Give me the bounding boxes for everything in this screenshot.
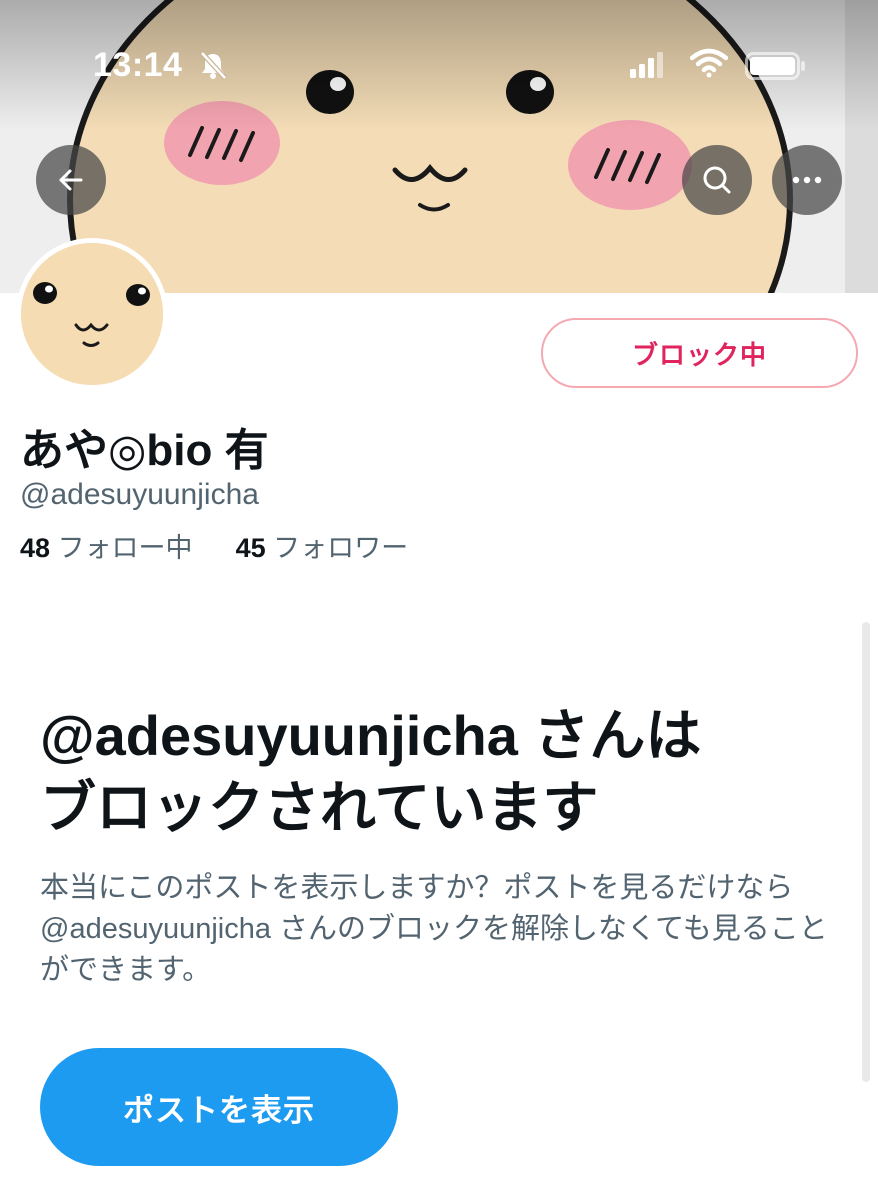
more-icon [792, 176, 822, 184]
blocked-title-line2: ブロックされています [40, 776, 599, 839]
more-button[interactable] [772, 145, 842, 215]
blocked-title-line1: @adesuyuunjicha さんは [40, 704, 702, 767]
follow-stats: 48 フォロー中 45 フォロワー [20, 526, 408, 565]
avatar[interactable] [16, 238, 168, 390]
followers-count: 45 [235, 533, 266, 563]
status-bar: 13:14 [0, 0, 878, 130]
display-name: あや◎bio 有 [20, 426, 269, 475]
scrollbar[interactable] [862, 622, 870, 1082]
followers-label: フォロワー [273, 533, 409, 563]
wifi-icon [689, 48, 729, 83]
status-time: 13:14 [93, 46, 183, 84]
cellular-signal-icon [630, 52, 664, 83]
blocked-notice-description: 本当にこのポストを表示しますか？ポストを見るだけなら @adesuyuunjic… [40, 872, 828, 986]
avatar-illustration [21, 243, 163, 385]
blocked-status-button[interactable]: ブロック中 [541, 318, 858, 388]
bell-slash-icon [198, 50, 228, 85]
following-label: フォロー中 [57, 533, 193, 563]
back-arrow-icon [59, 169, 83, 191]
back-button[interactable] [36, 145, 106, 215]
profile-handle: @adesuyuunjicha [20, 478, 259, 511]
following-link[interactable]: 48 フォロー中 [20, 533, 200, 563]
battery-icon [745, 52, 807, 85]
followers-link[interactable]: 45 フォロワー [236, 533, 409, 563]
following-count: 48 [20, 533, 51, 563]
search-icon [703, 166, 731, 194]
search-button[interactable] [682, 145, 752, 215]
profile-screen: 13:14 ブロック中 あや◎bio 有 @adesuyuunjicha 48 … [0, 0, 878, 1200]
view-posts-button[interactable]: ポストを表示 [40, 1048, 398, 1166]
blocked-notice-title: @adesuyuunjicha さんは ブロックされています [40, 700, 840, 844]
